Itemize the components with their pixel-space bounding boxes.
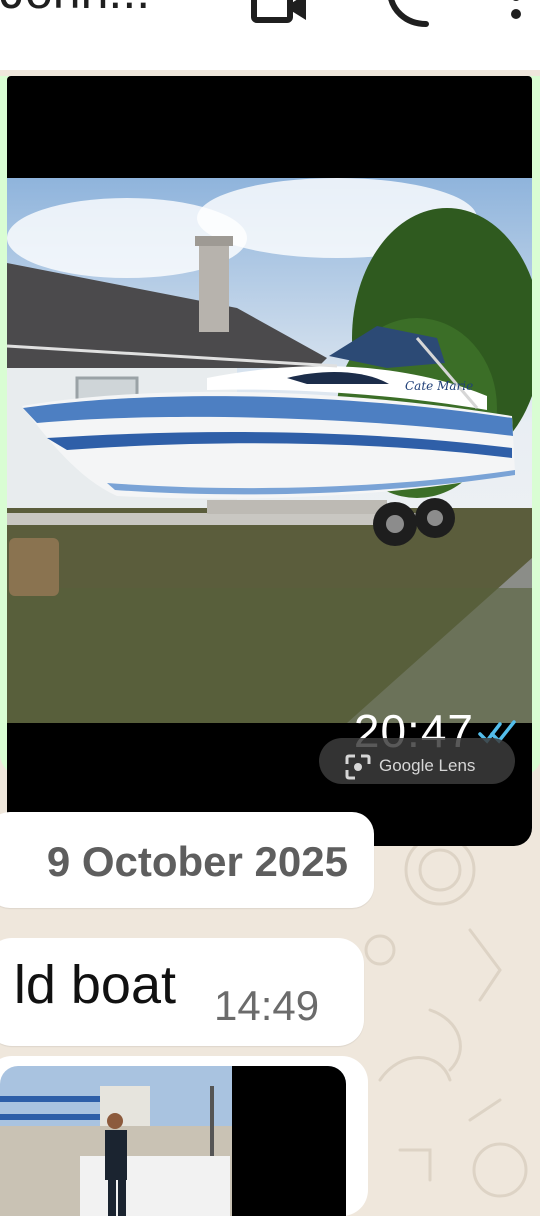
message-time: 14:49 (214, 982, 320, 1029)
harbour-photo[interactable] (0, 1066, 346, 1216)
google-lens-icon (345, 754, 371, 780)
contact-name[interactable]: John... (0, 0, 150, 20)
outgoing-image-message[interactable]: Cate Marie 20:47 Google Lens (0, 76, 540, 846)
more-options-icon[interactable] (504, 0, 528, 30)
boat-name-text: Cate Marie (405, 379, 473, 393)
chat-header: John... (0, 0, 540, 70)
date-separator-label: 9 October 2025 (46, 838, 348, 885)
voice-call-icon[interactable] (384, 0, 434, 30)
date-separator: 9 October 2025 (0, 812, 374, 908)
google-lens-label: Google Lens (379, 756, 476, 775)
boat-photo[interactable]: Cate Marie (7, 178, 532, 723)
google-lens-button[interactable]: Google Lens (319, 738, 515, 784)
message-text: ld boat (13, 955, 176, 1015)
incoming-image-message[interactable] (0, 1056, 368, 1216)
image-frame[interactable]: Cate Marie 20:47 Google Lens (7, 76, 532, 846)
video-call-icon[interactable] (248, 0, 310, 30)
incoming-text-message[interactable]: ld boat 14:49 (0, 938, 364, 1046)
